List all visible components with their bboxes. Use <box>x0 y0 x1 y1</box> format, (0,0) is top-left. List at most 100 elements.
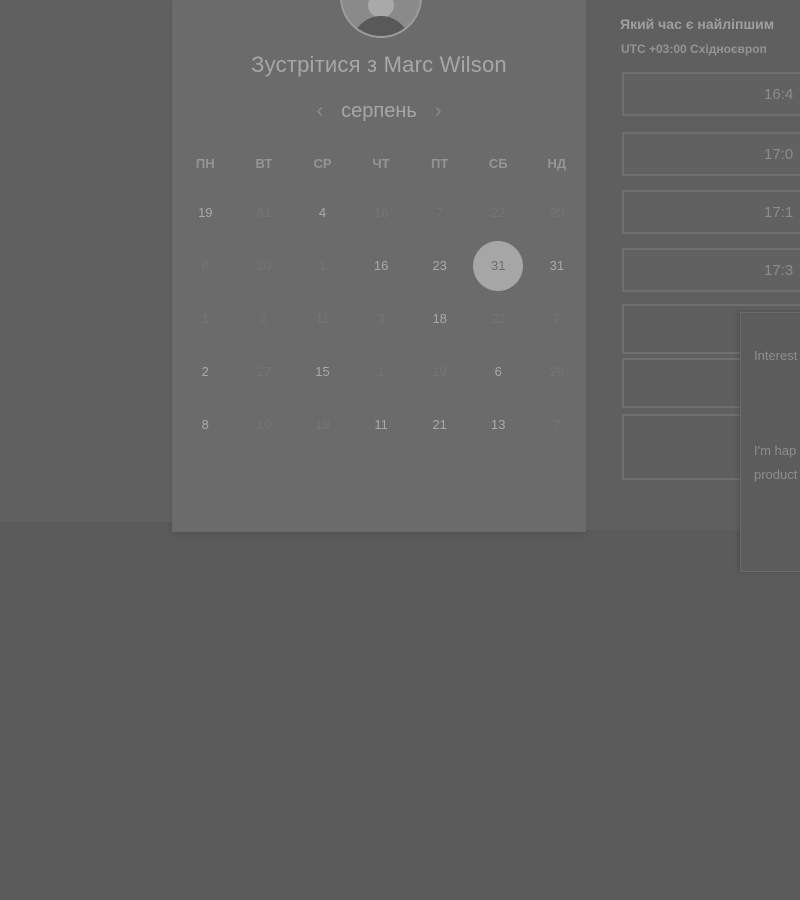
calendar-grid: ПН ВТ СР ЧТ ПТ СБ НД 19 31 4 16 7 22 20 8 20 1 16 2… <box>176 140 586 451</box>
calendar-day-number: 7 <box>553 311 561 326</box>
calendar-days: 19 31 4 16 7 22 20 8 20 1 16 23 31 31 1 2 11 3 18 22 7 2 27 15 1… <box>176 186 586 451</box>
calendar-day-number: 3 <box>377 311 385 326</box>
booking-page: Зустрітися з Marc Wilson ‹ серпень › ПН … <box>0 0 800 900</box>
tooltip-text-intro: Interest Manag departi <box>754 348 800 363</box>
calendar-day[interactable]: 31 <box>528 239 587 292</box>
calendar-day: 10 <box>235 398 294 451</box>
weekday-label: СР <box>313 155 332 171</box>
weekday-header-row: ПН ВТ СР ЧТ ПТ СБ НД <box>176 140 586 186</box>
calendar-day: 1 <box>352 345 411 398</box>
calendar-day-number: 19 <box>432 364 447 379</box>
calendar-day[interactable]: 11 <box>352 398 411 451</box>
calendar-day[interactable]: 15 <box>293 345 352 398</box>
calendar-day-number: 31 <box>473 240 524 291</box>
calendar-day[interactable]: 23 <box>410 239 469 292</box>
time-slot-label: 16:4 <box>764 86 794 103</box>
calendar-day: 11 <box>293 292 352 345</box>
calendar-day[interactable]: 8 <box>176 398 235 451</box>
weekday-label: ПН <box>195 155 215 171</box>
time-question: Який час є найліпшим <box>620 16 775 32</box>
time-slot-label: 17:0 <box>764 146 794 163</box>
weekday-label: ЧТ <box>372 155 390 171</box>
calendar-day-number: 4 <box>318 205 327 220</box>
calendar-day-number: 6 <box>494 364 502 379</box>
calendar-day-number: 19 <box>315 417 330 432</box>
calendar-day: 20 <box>235 239 294 292</box>
calendar-day-number: 31 <box>256 205 272 220</box>
calendar-day: 22 <box>469 186 528 239</box>
time-slot-button[interactable]: 17:3 <box>622 248 800 292</box>
calendar-week-row: 1 2 11 3 18 22 7 <box>176 292 586 345</box>
calendar-week-row: 8 20 1 16 23 31 31 <box>176 239 586 292</box>
calendar-day[interactable]: 6 <box>469 345 528 398</box>
calendar-day-number: 23 <box>432 258 447 273</box>
calendar-day-number: 1 <box>201 311 209 326</box>
weekday-label: ПТ <box>431 155 449 171</box>
calendar-week-row: 19 31 4 16 7 22 20 <box>176 186 586 239</box>
calendar-day-number: 7 <box>436 205 444 220</box>
calendar-day: 8 <box>176 239 235 292</box>
calendar-day-selected[interactable]: 31 <box>469 239 528 292</box>
tooltip-text-body: I'm hap insight use our improve product <box>754 443 800 482</box>
calendar-day-number: 8 <box>201 417 209 432</box>
chevron-right-icon[interactable]: › <box>435 101 442 121</box>
calendar-day-number: 15 <box>315 364 330 379</box>
time-slot-label: 17:1 <box>764 204 794 221</box>
calendar-day-number: 1 <box>377 364 385 379</box>
calendar-day-number: 20 <box>549 205 565 220</box>
meeting-title: Зустрітися з Marc Wilson <box>251 52 507 77</box>
calendar-day: 20 <box>528 186 587 239</box>
calendar-card: Зустрітися з Marc Wilson ‹ серпень › ПН … <box>172 0 586 532</box>
calendar-day[interactable]: 4 <box>293 186 352 239</box>
month-label: серпень <box>341 99 417 122</box>
calendar-day-number: 10 <box>256 417 272 432</box>
calendar-week-row: 2 27 15 1 19 6 26 <box>176 345 586 398</box>
calendar-day: 3 <box>352 292 411 345</box>
calendar-day[interactable]: 19 <box>176 186 235 239</box>
calendar-day: 19 <box>293 398 352 451</box>
calendar-day[interactable]: 2 <box>176 345 235 398</box>
calendar-day[interactable]: 21 <box>410 398 469 451</box>
calendar-day-number: 19 <box>198 205 213 220</box>
weekday-label: НД <box>547 155 567 171</box>
calendar-day-number: 11 <box>315 311 330 326</box>
calendar-day-number: 18 <box>432 311 447 326</box>
calendar-week-row: 8 10 19 11 21 13 7 <box>176 398 586 451</box>
calendar-day: 7 <box>528 398 587 451</box>
calendar-day-number: 13 <box>491 417 506 432</box>
calendar-day-number: 7 <box>553 417 561 432</box>
month-navigation: ‹ серпень › <box>172 98 586 124</box>
chevron-left-icon[interactable]: ‹ <box>316 101 323 121</box>
time-slot-label: 17:3 <box>764 262 794 279</box>
calendar-day-number: 8 <box>201 258 209 273</box>
calendar-day-number: 16 <box>373 205 389 220</box>
weekday-label: ВТ <box>255 155 273 171</box>
left-background-panel <box>0 0 172 523</box>
calendar-day-number: 20 <box>256 258 272 273</box>
host-info-tooltip: Interest Manag departi I'm hap insight u… <box>740 312 800 572</box>
calendar-day: 7 <box>528 292 587 345</box>
calendar-day[interactable]: 16 <box>352 239 411 292</box>
calendar-day[interactable]: 13 <box>469 398 528 451</box>
calendar-day-number: 1 <box>318 258 327 273</box>
time-slot-button[interactable]: 17:0 <box>622 132 800 176</box>
calendar-day-number: 16 <box>373 258 389 273</box>
time-slot-button[interactable]: 16:4 <box>622 72 800 116</box>
calendar-day-number: 11 <box>374 417 388 432</box>
calendar-day-number: 31 <box>549 258 565 273</box>
calendar-day: 31 <box>235 186 294 239</box>
calendar-day: 16 <box>352 186 411 239</box>
calendar-day-number: 2 <box>260 311 268 326</box>
timezone-label[interactable]: UTC +03:00 Східноєвроп <box>621 42 767 56</box>
calendar-day[interactable]: 18 <box>410 292 469 345</box>
calendar-day: 1 <box>293 239 352 292</box>
time-slot-button[interactable]: 17:1 <box>622 190 800 234</box>
calendar-day: 26 <box>528 345 587 398</box>
calendar-day-number: 22 <box>491 311 506 326</box>
calendar-day-number: 2 <box>201 364 209 379</box>
calendar-day: 22 <box>469 292 528 345</box>
host-avatar <box>340 0 422 38</box>
calendar-day-number: 27 <box>256 364 272 379</box>
calendar-day: 1 <box>176 292 235 345</box>
calendar-day: 19 <box>410 345 469 398</box>
